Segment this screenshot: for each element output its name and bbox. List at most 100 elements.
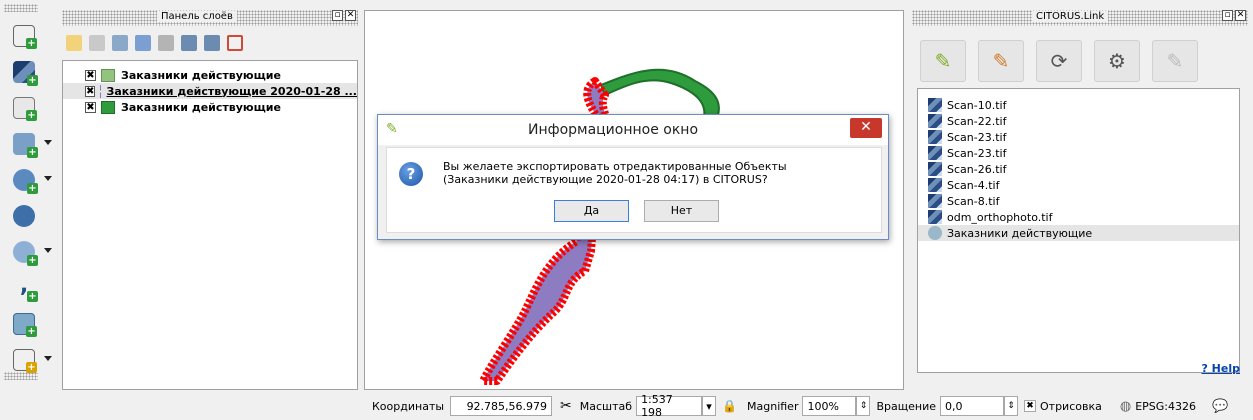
layer-visibility-checkbox[interactable]: ✖ (85, 69, 96, 81)
layer-label: Заказники действующие 2020-01-28 ... (106, 84, 358, 98)
remove-layer-icon[interactable] (227, 35, 243, 51)
rotation-field[interactable]: 0,0 (940, 396, 1004, 416)
citorus-panel: CITORUS.Link ▫ ✕ ✎ ✎ ⟳ ⚙ ✎ Scan-10.tif Sc… (912, 10, 1248, 390)
mouse-icon[interactable]: ✂ (560, 398, 572, 414)
close-panel-button[interactable]: ✕ (345, 10, 356, 21)
list-item[interactable]: Scan-23.tif (928, 145, 1006, 161)
comma-icon: , + (13, 275, 38, 302)
globe-icon (13, 205, 35, 227)
refresh-button[interactable]: ⟳ (1036, 40, 1082, 82)
panel-title: Панель слоёв (157, 11, 237, 22)
scale-field[interactable]: 1:537 198 (636, 393, 703, 419)
float-panel-button[interactable]: ▫ (1222, 10, 1233, 21)
eye-icon[interactable] (112, 35, 128, 51)
settings-button[interactable]: ⚙ (1094, 40, 1140, 82)
lock-icon[interactable]: 🔒 (722, 399, 737, 413)
raster-icon (928, 114, 942, 128)
add-wms-button[interactable]: + (10, 166, 52, 194)
add-wfs-button[interactable] (10, 202, 38, 230)
toolbar-grip[interactable] (4, 372, 38, 380)
spinner-icon[interactable]: ⇕ (856, 396, 871, 416)
render-checkbox[interactable]: ✖ (1024, 400, 1036, 412)
dialog-message: Вы желаете экспортировать отредактирован… (443, 160, 787, 186)
layer-symbol (101, 68, 115, 82)
coordinates-field[interactable]: 92.785,56.979 (450, 396, 553, 416)
list-item-selected[interactable]: Заказники действующие (918, 225, 1239, 241)
list-item[interactable]: Scan-4.tif (928, 177, 999, 193)
citorus-toolbar: ✎ ✎ ⟳ ⚙ ✎ (920, 40, 1198, 82)
layer-visibility-checkbox[interactable]: ✖ (85, 85, 96, 97)
list-item[interactable]: Scan-10.tif (928, 97, 1006, 113)
layer-row-selected[interactable]: ✖ Заказники действующие 2020-01-28 ... (63, 83, 357, 99)
list-item[interactable]: odm_orthophoto.tif (928, 209, 1052, 225)
feather-icon: + (13, 97, 37, 121)
export-button[interactable]: ✎ (978, 40, 1024, 82)
list-item[interactable]: Scan-22.tif (928, 113, 1006, 129)
layers-panel-titlebar[interactable]: Панель слоёв ▫ ✕ (62, 10, 358, 26)
raster-icon (928, 98, 942, 112)
chevron-down-icon[interactable] (44, 248, 52, 253)
import-button[interactable]: ✎ (920, 40, 966, 82)
list-item[interactable]: Scan-23.tif (928, 129, 1006, 145)
render-label: Отрисовка (1040, 399, 1102, 413)
layer-tree: ✖ Заказники действующие ✖ Заказники действ… (62, 60, 358, 390)
layer-row[interactable]: ✖ Заказники действующие (63, 99, 357, 115)
add-delimited-text-button[interactable]: + (10, 94, 38, 122)
raster-icon (928, 210, 942, 224)
elephant-icon: + (13, 133, 38, 158)
crs-button[interactable]: EPSG:4326 (1135, 400, 1196, 413)
vector-layer-icon: + (13, 25, 37, 49)
close-panel-button[interactable]: ✕ (1235, 10, 1246, 21)
dialog-titlebar[interactable]: ✎ Информационное окно ✕ (378, 115, 888, 145)
raster-icon (928, 146, 942, 160)
help-link[interactable]: ? Help (1201, 362, 1240, 375)
toolbar-grip[interactable] (4, 4, 38, 12)
expression-filter-icon[interactable] (158, 35, 174, 51)
chevron-down-icon[interactable] (44, 140, 52, 145)
raster-icon (928, 162, 942, 176)
messages-icon[interactable]: 💬 (1212, 399, 1228, 414)
question-icon: ? (399, 162, 423, 186)
magnifier-field[interactable]: 100% (802, 396, 857, 416)
citorus-panel-titlebar[interactable]: CITORUS.Link ▫ ✕ (912, 10, 1248, 26)
add-raster-button[interactable]: + (10, 58, 38, 86)
dialog-body: ? Вы желаете экспортировать отредактиров… (386, 147, 882, 233)
add-spatialite-button[interactable]: + (10, 310, 38, 338)
pencil-icon: ✎ (1166, 49, 1184, 73)
expand-all-icon[interactable] (181, 35, 197, 51)
scale-label: Масштаб (579, 399, 633, 413)
no-button[interactable]: Нет (644, 200, 719, 222)
chevron-down-icon[interactable]: ▾ (702, 396, 717, 416)
close-button[interactable]: ✕ (850, 118, 882, 138)
chevron-down-icon[interactable] (44, 356, 52, 361)
edit-button[interactable]: ✎ (1152, 40, 1198, 82)
layer-row[interactable]: ✖ Заказники действующие (63, 67, 357, 83)
panel-title: CITORUS.Link (1032, 11, 1109, 22)
layer-symbol (101, 100, 115, 114)
collapse-all-icon[interactable] (204, 35, 220, 51)
add-delimited-layer-button[interactable]: , + (10, 274, 38, 302)
refresh-icon: ⟳ (1050, 49, 1068, 73)
list-item[interactable]: Scan-26.tif (928, 161, 1006, 177)
add-virtual-layer-button[interactable]: + (10, 238, 52, 266)
raster-icon (928, 178, 942, 192)
yes-button[interactable]: Да (554, 200, 629, 222)
layers-panel: Панель слоёв ▫ ✕ ✖ Заказники действующие ✖… (62, 10, 358, 390)
new-temp-layer-button[interactable]: + (10, 346, 52, 374)
chevron-down-icon[interactable] (44, 176, 52, 181)
filter-icon[interactable] (135, 35, 151, 51)
import-icon: ✎ (934, 49, 952, 73)
add-group-icon[interactable] (89, 35, 105, 51)
layer-visibility-checkbox[interactable]: ✖ (85, 101, 96, 113)
rotation-label: Вращение (876, 399, 936, 413)
raster-layer-icon: + (13, 61, 38, 86)
list-item[interactable]: Scan-8.tif (928, 193, 999, 209)
new-layer-button[interactable]: + (10, 22, 38, 50)
style-icon[interactable] (66, 35, 82, 51)
float-panel-button[interactable]: ▫ (332, 10, 343, 21)
spinner-icon[interactable]: ⇕ (1004, 396, 1018, 416)
temp-layer-icon: + (13, 349, 37, 373)
layers-toolbar (66, 32, 243, 54)
add-postgis-button[interactable]: + (10, 130, 52, 158)
digitizing-toolbar: + + + + + + , + + + (0, 0, 62, 390)
